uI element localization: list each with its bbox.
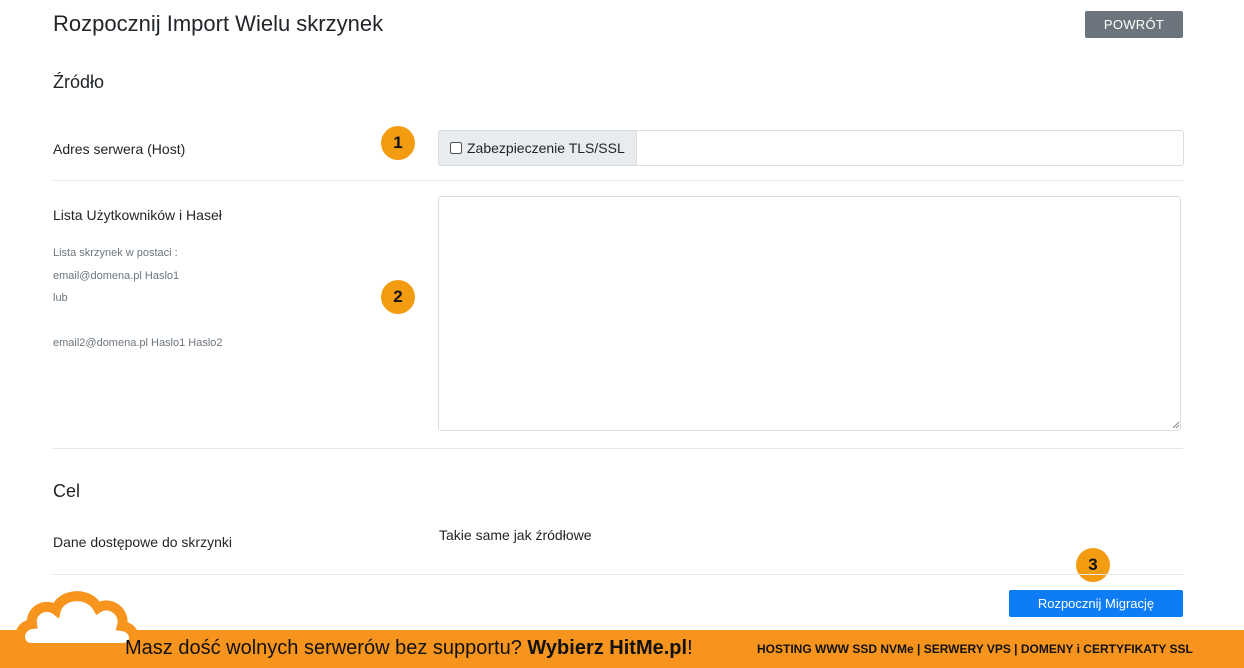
hint-line: Lista skrzynek w postaci : (53, 247, 178, 259)
page-title: Rozpocznij Import Wielu skrzynek (53, 11, 384, 36)
hint-line: email2@domena.pl Haslo1 Haslo2 (53, 337, 223, 349)
divider-1 (53, 180, 1183, 181)
banner-text-prefix: Masz dość wolnych serwerów bez supportu? (125, 637, 528, 659)
banner-text: Masz dość wolnych serwerów bez supportu?… (125, 637, 693, 660)
hint-line: email@domena.pl Haslo1 (53, 269, 180, 282)
tls-ssl-toggle[interactable]: Zabezpieczenie TLS/SSL (439, 131, 637, 165)
marker-3: 3 (1076, 548, 1110, 582)
user-list-label: Lista Użytkowników i Haseł (53, 207, 222, 223)
tls-ssl-checkbox[interactable] (450, 142, 462, 154)
hint-line (53, 310, 223, 333)
host-input-group: Zabezpieczenie TLS/SSL (438, 130, 1184, 166)
target-section-title: Cel (53, 481, 81, 501)
host-label: Adres serwera (Host) (53, 141, 186, 157)
marker-1: 1 (381, 126, 415, 160)
host-input[interactable] (636, 131, 1183, 165)
hint-line: lub (53, 292, 68, 304)
tls-ssl-label: Zabezpieczenie TLS/SSL (467, 140, 625, 156)
user-list-hint: Lista skrzynek w postaci : email@domena.… (53, 242, 223, 355)
access-label: Dane dostępowe do skrzynki (53, 534, 232, 550)
start-migration-button[interactable]: Rozpocznij Migrację (1009, 590, 1183, 617)
back-button[interactable]: POWRÓT (1085, 11, 1183, 38)
resize-grip-icon[interactable] (1172, 421, 1180, 429)
banner-text-suffix: ! (687, 637, 693, 659)
access-value: Takie same jak źródłowe (439, 527, 592, 543)
divider-3 (53, 574, 1183, 575)
marker-2: 2 (381, 280, 415, 314)
source-section-title: Źródło (53, 72, 105, 92)
banner-services: HOSTING WWW SSD NVMe | SERWERY VPS | DOM… (757, 642, 1193, 656)
user-list-textarea[interactable] (438, 196, 1181, 431)
banner-brand: Wybierz HitMe.pl (527, 637, 688, 659)
divider-2 (53, 448, 1183, 449)
